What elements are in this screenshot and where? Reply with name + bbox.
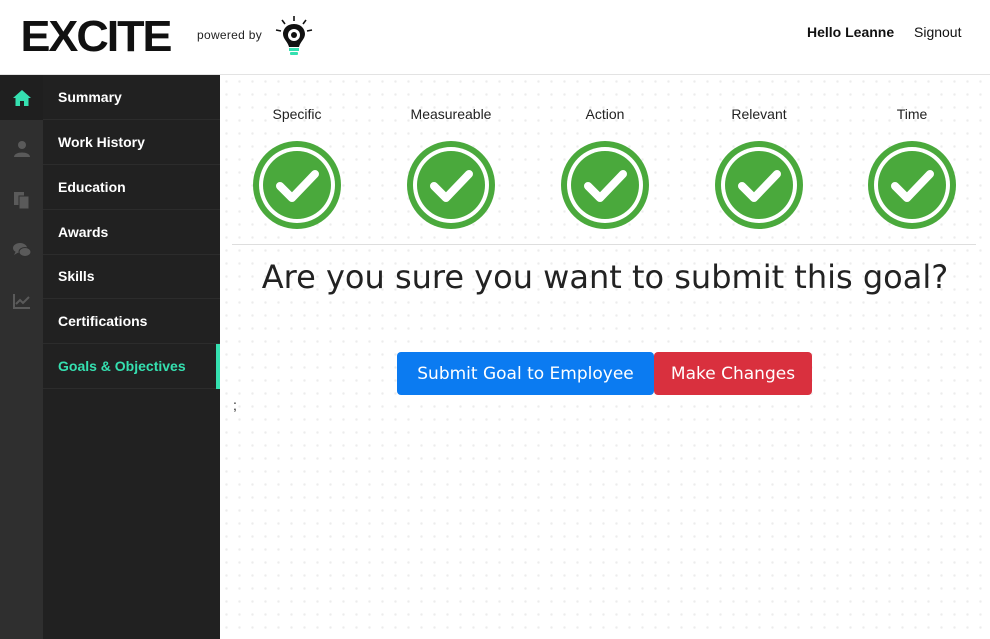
sidebar-item-certifications[interactable]: Certifications: [43, 299, 220, 344]
check-circle-icon: [407, 141, 495, 229]
sidebar-item-summary[interactable]: Summary: [43, 75, 220, 120]
sidebar-item-education[interactable]: Education: [43, 165, 220, 210]
rail-analytics[interactable]: [0, 278, 43, 323]
sidebar-item-skills[interactable]: Skills: [43, 254, 220, 299]
sidebar-item-awards[interactable]: Awards: [43, 210, 220, 255]
sidebar-item-work-history[interactable]: Work History: [43, 120, 220, 165]
criterion-label: Specific: [272, 106, 322, 122]
rail-profile[interactable]: [0, 126, 43, 171]
sidebar-nav: Summary Work History Education Awards Sk…: [43, 75, 220, 639]
copy-icon: [13, 191, 29, 209]
excite-logo[interactable]: EXCITE: [21, 12, 173, 62]
main-content: Specific Measureable Action Relevant Tim…: [220, 75, 990, 639]
check-circle-icon: [868, 141, 956, 229]
user-icon: [13, 140, 30, 157]
greeting-text: Hello Leanne: [807, 24, 895, 40]
rail-messages[interactable]: [0, 227, 43, 272]
divider: [232, 244, 976, 245]
rail-home[interactable]: [0, 75, 43, 120]
chart-icon: [12, 293, 30, 309]
sidebar-item-goals-objectives[interactable]: Goals & Objectives: [43, 344, 220, 389]
chat-icon: [12, 242, 31, 257]
criterion-label: Relevant: [731, 106, 787, 122]
criterion-measureable: Measureable: [391, 105, 511, 231]
signout-link[interactable]: Signout: [914, 24, 961, 40]
criterion-label: Action: [585, 106, 625, 122]
confirm-question: Are you sure you want to submit this goa…: [261, 258, 949, 296]
stray-text: ;: [233, 397, 237, 413]
criterion-specific: Specific: [237, 105, 357, 231]
submit-goal-button[interactable]: Submit Goal to Employee: [397, 352, 654, 395]
icon-rail: [0, 75, 43, 639]
home-icon: [12, 89, 31, 106]
powered-by-text: powered by: [197, 28, 263, 42]
criterion-time: Time: [852, 105, 972, 231]
make-changes-button[interactable]: Make Changes: [654, 352, 812, 395]
criterion-action: Action: [545, 105, 665, 231]
smart-criteria: Specific Measureable Action Relevant Tim…: [220, 75, 990, 245]
check-circle-icon: [561, 141, 649, 229]
top-header: EXCITE powered by Hello Leanne Signout: [0, 0, 990, 75]
rail-documents[interactable]: [0, 177, 43, 222]
lightbulb-eye-logo-icon: [275, 16, 313, 55]
check-circle-icon: [253, 141, 341, 229]
criterion-label: Time: [896, 106, 928, 122]
criterion-relevant: Relevant: [699, 105, 819, 231]
criterion-label: Measureable: [410, 106, 492, 122]
check-circle-icon: [715, 141, 803, 229]
confirm-actions: Submit Goal to Employee Make Changes: [397, 352, 812, 395]
